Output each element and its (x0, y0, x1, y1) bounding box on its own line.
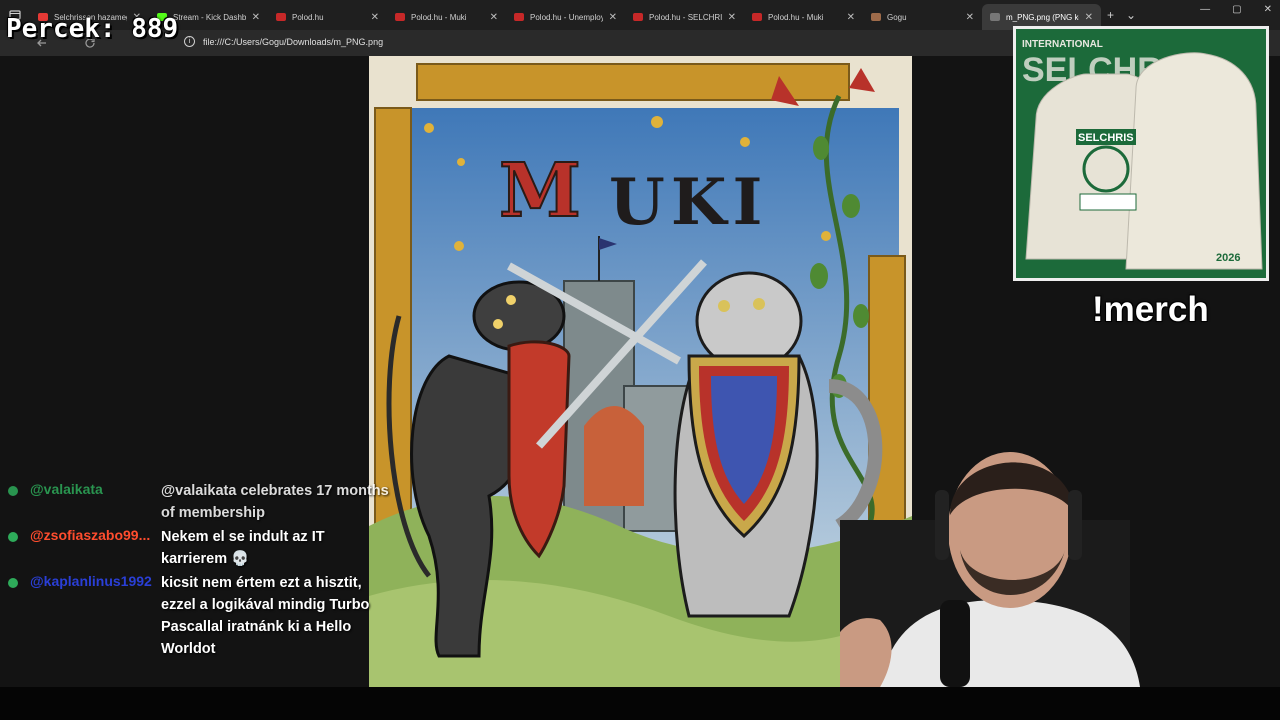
close-window-button[interactable]: ✕ (1264, 4, 1272, 15)
hoodie-brand-text: SELCHRIS (1078, 132, 1134, 144)
merch-year: 2026 (1216, 252, 1240, 264)
chat-message-text: @valaikata celebrates 17 months of membe… (161, 483, 389, 521)
new-tab-button[interactable]: + (1107, 8, 1114, 22)
chat-overlay: @valaikata @valaikata celebrates 17 month… (0, 480, 400, 662)
browser-tab[interactable]: Polod.hu ✕ (268, 4, 387, 30)
chat-message: @kaplanlinus1992 kicsit nem értem ezt a h… (0, 572, 400, 660)
tab-favicon-icon (395, 13, 405, 21)
merch-top-text: INTERNATIONAL (1022, 39, 1103, 50)
tab-title: Polod.hu (292, 12, 324, 22)
merch-command-label: !merch (1092, 290, 1209, 329)
tab-list-dropdown-button[interactable]: ⌄ (1126, 8, 1136, 22)
counter-value: 889 (131, 14, 179, 44)
close-tab-icon[interactable]: ✕ (966, 12, 974, 23)
url-text: file:///C:/Users/Gogu/Downloads/m_PNG.pn… (203, 36, 384, 47)
info-icon[interactable]: i (184, 36, 195, 47)
browser-tab[interactable]: Polod.hu - Muki ✕ (744, 4, 863, 30)
tab-title: Polod.hu - SELCHRIS "2 (649, 12, 722, 22)
tab-title: Polod.hu - Muki (411, 12, 467, 22)
close-tab-icon[interactable]: ✕ (728, 12, 736, 23)
chat-message: @zsofiaszabo99... Nekem el se indult az I… (0, 526, 400, 570)
muki-artwork-image: M UKI (369, 56, 912, 687)
restore-button[interactable]: ▢ (1232, 4, 1241, 15)
url-field[interactable]: i file:///C:/Users/Gogu/Downloads/m_PNG.… (184, 36, 383, 47)
minimize-button[interactable]: — (1200, 4, 1210, 15)
browser-tab[interactable]: Polod.hu - Unemploye ✕ (506, 4, 625, 30)
tab-favicon-icon (514, 13, 524, 21)
chat-username: @kaplanlinus1992 (30, 573, 152, 589)
subscriber-badge-icon (8, 532, 18, 542)
browser-tab[interactable]: Polod.hu - Muki ✕ (387, 4, 506, 30)
browser-tab[interactable]: Polod.hu - SELCHRIS "2 ✕ (625, 4, 744, 30)
chat-username: @zsofiaszabo99... (30, 527, 151, 543)
artwork-title-rest: UKI (609, 165, 768, 240)
webcam-feed (840, 452, 1140, 687)
tab-title: m_PNG.png (PNG kép, 39 (1006, 12, 1079, 22)
close-tab-icon[interactable]: ✕ (609, 12, 617, 23)
close-tab-icon[interactable]: ✕ (847, 12, 855, 23)
tab-title: Polod.hu - Muki (768, 12, 824, 22)
close-tab-icon[interactable]: ✕ (252, 12, 260, 23)
chat-message-text: Nekem el se indult az IT karrierem 💀 (161, 529, 325, 567)
close-tab-icon[interactable]: ✕ (371, 12, 379, 23)
tab-favicon-icon (633, 13, 643, 21)
browser-tab[interactable]: Gogu ✕ (863, 4, 982, 30)
subscriber-badge-icon (8, 486, 18, 496)
tab-title: Stream - Kick Dashboa (173, 12, 246, 22)
artwork-title-m: M (499, 148, 581, 234)
chat-message: @valaikata @valaikata celebrates 17 month… (0, 480, 400, 524)
chat-message-text: kicsit nem értem ezt a hisztit, ezzel a … (161, 575, 370, 657)
close-tab-icon[interactable]: ✕ (490, 12, 498, 23)
tab-title: Polod.hu - Unemploye (530, 12, 603, 22)
close-tab-icon[interactable]: ✕ (1085, 12, 1093, 23)
tab-favicon-icon (990, 13, 1000, 21)
bottom-black-strip (0, 687, 1280, 720)
tab-title: Gogu (887, 12, 907, 22)
tab-favicon-icon (752, 13, 762, 21)
counter-label: Percek: (6, 14, 116, 44)
hoodie-illustration: INTERNATIONAL SELCHRIS SELCHRIS 2026 (1016, 29, 1266, 278)
tab-favicon-icon (871, 13, 881, 21)
tab-favicon-icon (276, 13, 286, 21)
minutes-counter: Percek: 889 (6, 14, 178, 44)
merch-hoodie-image: INTERNATIONAL SELCHRIS SELCHRIS 2026 (1013, 26, 1269, 281)
chat-username: @valaikata (30, 481, 103, 497)
subscriber-badge-icon (8, 578, 18, 588)
